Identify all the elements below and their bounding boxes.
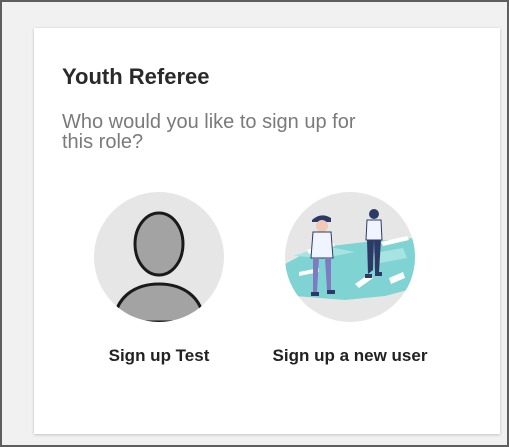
new-user-illustration-icon [285,209,415,300]
person-placeholder-avatar[interactable] [94,192,224,322]
signup-existing-user-option[interactable]: Sign up Test [82,192,236,366]
signup-prompt: Who would you like to sign up for this r… [62,111,356,153]
person-placeholder-icon [112,211,206,322]
new-user-avatar[interactable] [285,192,415,322]
window-frame: Youth Referee Who would you like to sign… [0,0,509,447]
signup-new-user-option[interactable]: Sign up a new user [254,192,446,366]
signup-existing-user-label[interactable]: Sign up Test [109,346,210,366]
signup-role-card: Youth Referee Who would you like to sign… [34,28,500,434]
role-title: Youth Referee [62,64,210,89]
signup-new-user-label[interactable]: Sign up a new user [273,346,428,366]
